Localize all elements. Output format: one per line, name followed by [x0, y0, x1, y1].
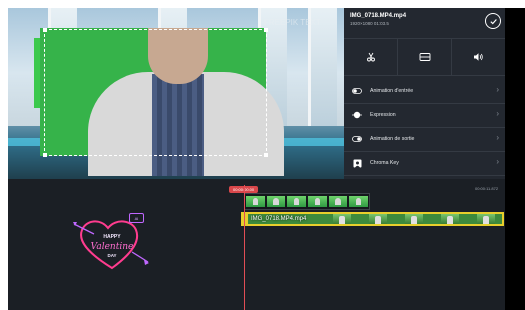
playhead[interactable]: [244, 185, 245, 310]
overlay-selection-frame[interactable]: [43, 28, 268, 157]
volume-icon: [474, 53, 483, 61]
menu-chroma-key[interactable]: Chroma Key ›: [344, 151, 505, 176]
volume-button[interactable]: [452, 39, 505, 75]
chevron-right-icon: ›: [496, 133, 499, 142]
clip-properties-panel: IMG_0718.MP4.mp4 1920×1080 01:03.5 Anima…: [344, 8, 505, 179]
clip-thumbnail: [405, 214, 423, 224]
magic-wand-icon: [352, 110, 362, 120]
menu-label: Animation de sortie: [370, 136, 415, 142]
menu-exit-animation[interactable]: Animation de sortie ›: [344, 127, 505, 152]
crop-button[interactable]: [398, 39, 452, 75]
clip-thumbnail: [441, 214, 459, 224]
menu-label: Chroma Key: [370, 160, 399, 166]
menu-expression[interactable]: Expression ›: [344, 103, 505, 128]
clip-thumbnail: [369, 214, 387, 224]
chevron-right-icon: ›: [496, 157, 499, 166]
sticker-line1: HAPPY: [103, 234, 121, 240]
video-preview[interactable]: FREEPIK TEXT: [8, 8, 344, 179]
sticker-line2: Valentine: [91, 242, 134, 252]
resize-handle[interactable]: [264, 28, 268, 32]
clip-thumbnail: [477, 214, 495, 224]
split-button[interactable]: [344, 39, 398, 75]
preview-watermark: FREEPIK TEXT: [264, 18, 321, 27]
chroma-key-icon: [352, 158, 362, 168]
clip-thumbnail: [333, 214, 351, 224]
main-video-clip[interactable]: IMG_0718.MP4.mp4: [241, 212, 504, 226]
clip-thumbnail: [349, 196, 369, 207]
chevron-right-icon: ›: [496, 109, 499, 118]
clip-title: IMG_0718.MP4.mp4: [350, 13, 407, 19]
clip-thumbnail: [328, 196, 348, 207]
clip-thumbnail: [287, 196, 307, 207]
menu-label: Animation d'entrée: [370, 88, 414, 94]
ai-badge[interactable]: AI: [129, 213, 144, 223]
clip-meta: 1920×1080 01:03.5: [350, 21, 389, 26]
end-time-label: 00:00:11.872: [475, 186, 499, 191]
sticker-line3: DAY: [107, 253, 116, 258]
toggle-right-icon: [352, 134, 362, 144]
clip-thumbnail: [246, 196, 265, 207]
screen-edge: [505, 8, 525, 310]
clip-thumbnail: [308, 196, 327, 207]
tools-row: [344, 38, 505, 76]
menu-entry-animation[interactable]: Animation d'entrée ›: [344, 79, 505, 104]
check-icon: [489, 18, 497, 24]
resize-handle[interactable]: [43, 28, 47, 32]
resize-handle[interactable]: [264, 153, 268, 157]
done-button[interactable]: [485, 13, 501, 29]
chevron-right-icon: ›: [496, 85, 499, 94]
overlay-track-clip[interactable]: [244, 193, 370, 210]
menu-label: Expression: [370, 112, 396, 118]
crop-icon: [419, 53, 430, 61]
clip-thumbnail: [266, 196, 286, 207]
main-clip-label: IMG_0718.MP4.mp4: [251, 216, 307, 222]
scissors-icon: [366, 52, 375, 62]
resize-handle[interactable]: [43, 153, 47, 157]
toggle-left-icon: [352, 86, 362, 96]
